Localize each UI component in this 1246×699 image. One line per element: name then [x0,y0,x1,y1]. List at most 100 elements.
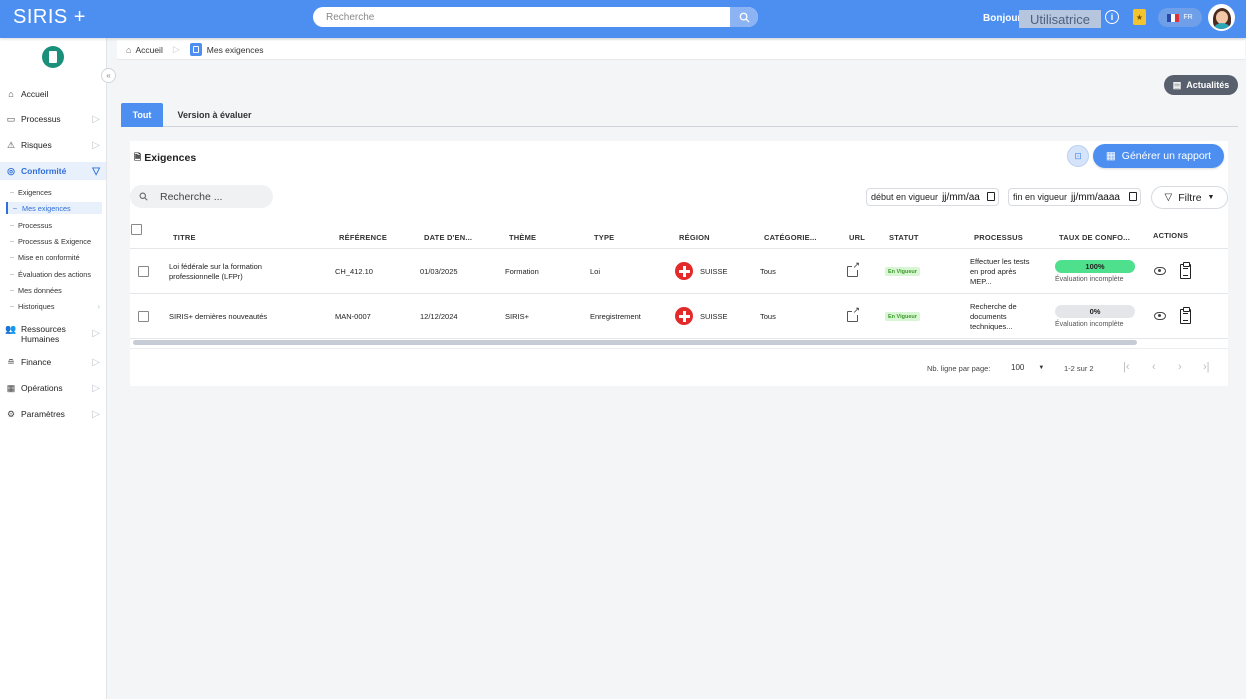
sidebar-item-finance[interactable]: ≘ Finance ▷ [0,353,106,371]
date-end-field[interactable]: fin en vigueur jj/mm/aaaa [1008,188,1141,206]
chevron-right-icon: ▷ [92,328,100,339]
external-link-icon[interactable] [847,306,860,322]
avatar[interactable] [1208,4,1235,31]
sidebar-subitem-exigences[interactable]: Exigences [10,186,106,198]
previous-page-button[interactable]: ‹ [1152,361,1156,373]
column-header-processus[interactable]: PROCESSUS [974,233,1023,242]
sidebar-subitem-processus-exigence[interactable]: Processus & Exigence [10,235,106,247]
top-bar: SIRIS + Bonjour, Utilisatrice i ★ FR [0,0,1246,38]
sidebar-item-label: Opérations [21,383,63,393]
sidebar-item-label: Processus [21,114,61,124]
first-page-button[interactable]: |‹ [1123,361,1130,373]
badge-icon[interactable]: ★ [1133,9,1146,25]
cell-title[interactable]: Loi fédérale sur la formation profession… [169,262,262,282]
column-header-categorie[interactable]: CATÉGORIE... [764,233,817,242]
rows-per-page-label: Nb. ligne par page: [927,364,991,373]
sidebar-subitem-mise-en-conformite[interactable]: Mise en conformité [10,251,106,263]
app-logo[interactable]: SIRIS + [13,6,86,29]
sidebar-subitem-label: Historiques [18,301,55,311]
clipboard-icon[interactable] [1180,262,1191,279]
news-button[interactable]: ▤ Actualités [1164,75,1238,95]
sidebar-item-accueil[interactable]: ⌂ Accueil [0,85,106,103]
cell-title-line: SIRIS+ dernières nouveautés [169,312,268,321]
sidebar-subitem-mes-exigences[interactable]: Mes exigences [6,202,102,214]
swiss-flag-icon [675,262,693,280]
sidebar-item-processus[interactable]: ▭ Processus ▷ [0,110,106,128]
sidebar-item-label: Risques [21,140,52,150]
france-flag-icon [1167,13,1180,22]
last-page-button[interactable]: ›| [1203,361,1210,373]
global-search-input[interactable] [326,11,726,23]
table-search-input[interactable] [160,190,270,203]
language-selector[interactable]: FR [1158,8,1202,27]
column-header-taux[interactable]: TAUX DE CONFO... [1059,233,1130,242]
view-eye-icon[interactable] [1154,267,1166,275]
column-header-date[interactable]: DATE D'EN... [424,233,472,242]
rows-per-page-select[interactable]: 100 ▼ [1011,363,1044,372]
sidebar-item-ressources-humaines[interactable]: 👥 Ressources Humaines ▷ [0,322,106,346]
cell-region-label: SUISSE [700,311,728,321]
caret-down-icon: ▼ [1207,194,1215,201]
view-eye-icon[interactable] [1154,312,1166,320]
filter-button[interactable]: ▽ Filtre ▼ [1151,186,1228,209]
horizontal-scrollbar[interactable] [133,340,1137,345]
sidebar-subitem-processus[interactable]: Processus [10,219,106,231]
clipboard-icon[interactable] [1180,307,1191,324]
column-header-reference[interactable]: RÉFÉRENCE [339,233,387,242]
sidebar-subitem-evaluation-actions[interactable]: Évaluation des actions [10,268,106,280]
sidebar-subitem-historiques[interactable]: Historiques › [10,300,106,312]
home-icon[interactable]: ⌂ [126,45,131,55]
calendar-icon[interactable] [1129,192,1137,201]
next-page-button[interactable]: › [1178,361,1182,373]
evaluation-note: Évaluation incomplète [1055,321,1124,328]
column-header-region[interactable]: RÉGION [679,233,710,242]
cell-process[interactable]: Recherche de documents techniques... [970,302,1017,331]
info-icon[interactable]: i [1105,10,1119,24]
money-icon: ≘ [7,356,15,367]
table-search [130,185,273,208]
column-header-url[interactable]: URL [849,233,865,242]
search-button[interactable] [730,7,758,27]
chevron-right-icon: ▷ [92,408,100,420]
column-header-statut[interactable]: STATUT [889,233,919,242]
cell-title[interactable]: SIRIS+ dernières nouveautés [169,312,267,322]
process-icon: ▭ [6,113,16,124]
select-all-checkbox[interactable] [131,224,142,235]
card-title-text: Exigences [144,152,197,164]
row-checkbox[interactable] [138,266,149,277]
row-checkbox[interactable] [138,311,149,322]
table-row[interactable]: Loi fédérale sur la formation profession… [130,249,1228,294]
cell-process-line: documents [970,311,1007,321]
cell-date: 12/12/2024 [420,312,458,321]
sidebar-item-operations[interactable]: ▦ Opérations ▷ [0,379,106,397]
external-link-icon[interactable] [847,261,860,277]
sidebar-item-parametres[interactable]: ⚙ Paramètres ▷ [0,405,106,423]
sidebar-subitem-mes-donnees[interactable]: Mes données [10,284,106,296]
sidebar: ⌂ Accueil ▭ Processus ▷ ⚠ Risques ▷ ◎ Co… [0,38,107,699]
column-header-theme[interactable]: THÈME [509,233,536,242]
collapse-sidebar-button[interactable]: « [101,68,116,83]
sidebar-item-label: Accueil [21,89,49,99]
date-end-value[interactable]: jj/mm/aaaa [1071,192,1120,203]
table-row[interactable]: SIRIS+ dernières nouveautés MAN-0007 12/… [130,294,1228,339]
generate-report-label: Générer un rapport [1121,150,1212,162]
swiss-flag-icon [675,307,693,325]
cell-process-line: en prod après [970,266,1017,276]
tab-tout[interactable]: Tout [121,103,163,127]
cell-process[interactable]: Effectuer les tests en prod après MEP... [970,257,1029,286]
username[interactable]: Utilisatrice [1019,10,1101,28]
export-button[interactable]: ⊡ [1067,145,1089,167]
breadcrumb-home[interactable]: Accueil [135,45,162,55]
date-start-value[interactable]: jj/mm/aa [942,192,980,203]
chevron-right-icon: ▷ [92,113,100,125]
column-header-type[interactable]: TYPE [594,233,614,242]
cell-reference: MAN-0007 [335,312,371,321]
company-logo[interactable] [42,46,64,68]
calendar-icon[interactable] [987,192,995,201]
date-start-field[interactable]: début en vigueur jj/mm/aa [866,188,999,206]
column-header-titre[interactable]: TITRE [173,233,196,242]
sidebar-item-risques[interactable]: ⚠ Risques ▷ [0,136,106,154]
sidebar-item-conformite[interactable]: ◎ Conformité ▷ [0,162,106,180]
generate-report-button[interactable]: ▦ Générer un rapport [1093,144,1224,168]
tab-version-a-evaluer[interactable]: Version à évaluer [171,103,258,127]
